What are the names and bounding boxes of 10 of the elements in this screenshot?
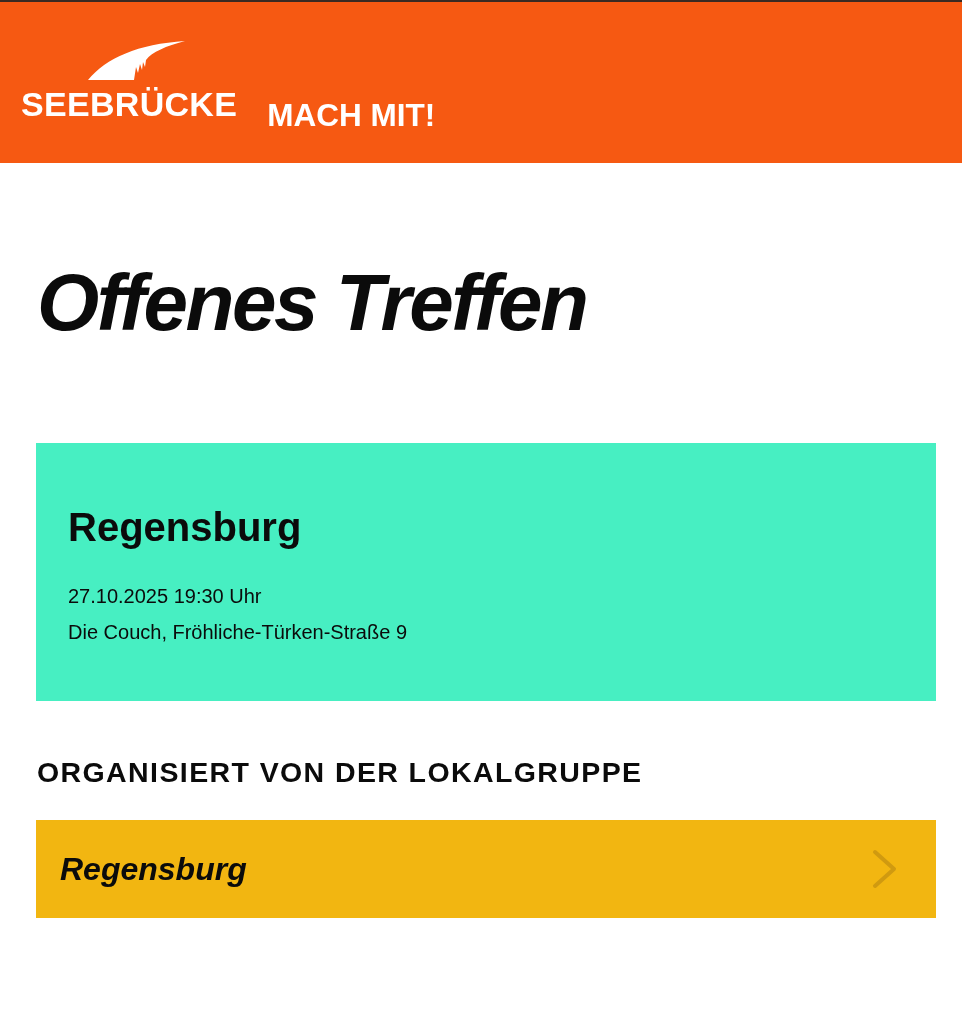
page-title: Offenes Treffen <box>37 257 588 349</box>
local-group-link[interactable]: Regensburg <box>36 820 936 918</box>
swoosh-icon <box>88 40 186 82</box>
event-datetime: 27.10.2025 19:30 Uhr <box>68 584 262 609</box>
section-heading: ORGANISIERT VON DER LOKALGRUPPE <box>37 755 643 789</box>
event-location: Die Couch, Fröhliche-Türken-Straße 9 <box>68 620 407 645</box>
site-logo[interactable]: SEEBRÜCKE <box>21 40 238 122</box>
chevron-right-icon <box>872 849 898 889</box>
mach-mit-link[interactable]: MACH MIT! <box>267 98 436 132</box>
event-city: Regensburg <box>68 504 302 551</box>
